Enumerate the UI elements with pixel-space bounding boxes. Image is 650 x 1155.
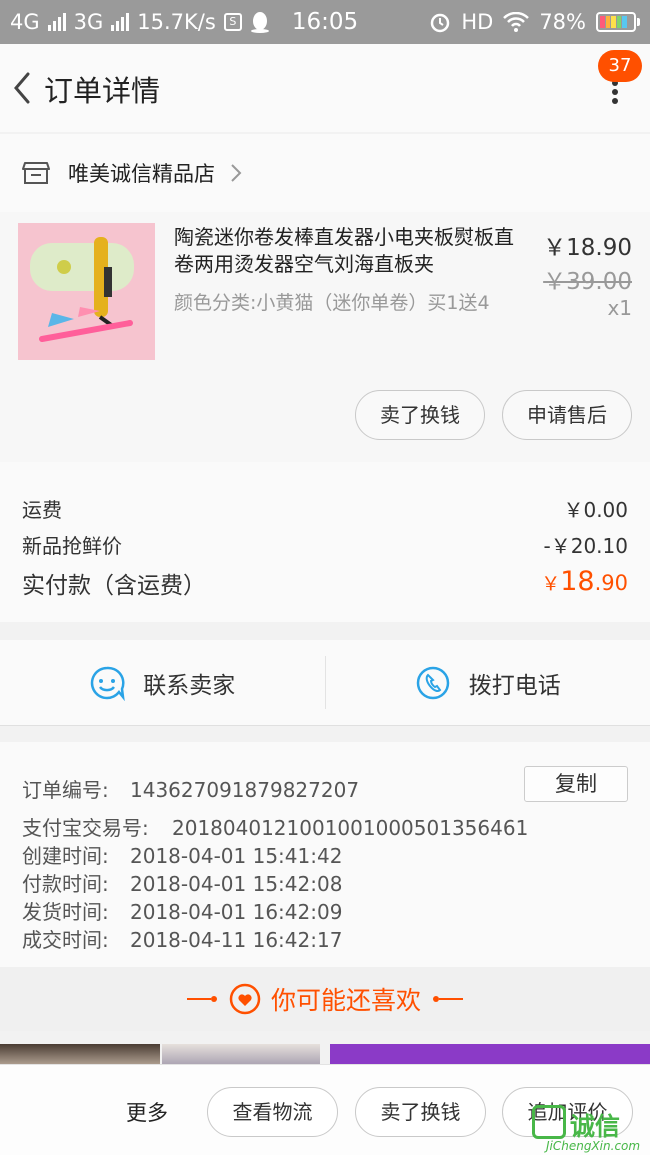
total-label: 实付款（含运费） — [22, 573, 206, 599]
cost-summary: 运费 ￥0.00 新品抢鲜价 -￥20.10 实付款（含运费） ￥18.90 — [0, 462, 650, 622]
copy-button[interactable]: 复制 — [524, 766, 628, 802]
created-time-label: 创建时间: — [22, 844, 109, 868]
shop-icon — [22, 162, 50, 184]
watermark-url: JiChengXin.com — [546, 1139, 641, 1153]
qq-icon — [250, 12, 269, 33]
total-integer: 18 — [560, 566, 595, 597]
product-props: 颜色分类:小黄猫（迷你单卷）买1送4 — [174, 292, 490, 314]
signal-icon — [111, 13, 130, 31]
total-currency: ￥ — [541, 573, 561, 595]
call-phone-button[interactable]: 拨打电话 — [326, 640, 650, 725]
recommend-header: 你可能还喜欢 — [0, 967, 650, 1031]
message-count-badge: 37 — [598, 50, 642, 82]
decor-line — [433, 996, 463, 1002]
shipped-time: 2018-04-01 16:42:09 — [130, 900, 343, 924]
product-quantity: x1 — [607, 296, 632, 320]
original-price: ￥39.00 — [543, 269, 632, 295]
network-label: 3G — [73, 10, 104, 34]
decor-line — [186, 996, 217, 1002]
discount-label: 新品抢鲜价 — [22, 534, 122, 558]
alipay-number: 2018040121001001000501356461 — [172, 816, 529, 840]
created-time: 2018-04-01 15:41:42 — [130, 844, 343, 868]
wifi-icon — [503, 12, 530, 32]
product-photo — [18, 223, 155, 360]
order-number-label: 订单编号: — [22, 778, 109, 802]
paid-time: 2018-04-01 15:42:08 — [130, 872, 343, 896]
page-title: 订单详情 — [44, 74, 161, 108]
watermark-text: 诚信 — [570, 1112, 621, 1141]
discount-value: -￥20.10 — [543, 534, 628, 558]
back-icon[interactable] — [8, 66, 36, 110]
shipped-time-row: 发货时间: 2018-04-01 16:42:09 — [22, 896, 342, 925]
completed-time-label: 成交时间: — [22, 928, 109, 952]
paid-time-row: 付款时间: 2018-04-01 15:42:08 — [22, 868, 342, 897]
battery-percent: 78% — [539, 10, 586, 34]
s-notification-icon: S — [223, 13, 242, 31]
order-number-row: 订单编号: 143627091879827207 — [22, 774, 359, 803]
completed-time: 2018-04-11 16:42:17 — [130, 928, 343, 952]
total-row: 实付款（含运费） ￥18.90 — [22, 566, 628, 600]
order-number: 143627091879827207 — [130, 778, 360, 802]
sell-again-button[interactable]: 卖了换钱 — [355, 1087, 486, 1137]
heart-icon — [229, 983, 261, 1015]
phone-icon — [416, 666, 449, 699]
watermark-logo-icon — [532, 1105, 566, 1139]
site-watermark: 诚信 JiChengXin.com — [532, 1105, 644, 1155]
status-bar: 4G 3G 15.7K/s S 16:05 HD 78% — [0, 0, 650, 44]
product-card[interactable]: 陶瓷迷你卷发棒直发器小电夹板熨板直卷两用烫发器空气刘海直板夹 颜色分类:小黄猫（… — [0, 212, 650, 462]
sell-button[interactable]: 卖了换钱 — [355, 390, 485, 440]
contact-bar: 联系卖家 拨打电话 — [0, 640, 650, 726]
call-phone-label: 拨打电话 — [468, 672, 561, 699]
total-decimal: .90 — [594, 571, 628, 595]
view-logistics-button[interactable]: 查看物流 — [207, 1087, 338, 1137]
bottom-action-bar: 更多 查看物流 卖了换钱 追加评价 诚信 JiChengXin.com — [0, 1064, 650, 1155]
total-value: ￥18.90 — [541, 566, 628, 600]
nav-header: 订单详情 37 — [0, 44, 650, 132]
more-button[interactable]: 更多 — [126, 1097, 168, 1127]
recommend-title: 你可能还喜欢 — [270, 986, 421, 1015]
shipping-label: 运费 — [22, 498, 62, 522]
product-price: ￥18.90 — [543, 235, 632, 261]
shop-row[interactable]: 唯美诚信精品店 — [0, 134, 650, 212]
alarm-icon — [431, 13, 450, 33]
created-time-row: 创建时间: 2018-04-01 15:41:42 — [22, 840, 342, 869]
shipping-row: 运费 ￥0.00 — [22, 494, 628, 523]
product-title[interactable]: 陶瓷迷你卷发棒直发器小电夹板熨板直卷两用烫发器空气刘海直板夹 — [174, 224, 524, 278]
order-info: 订单编号: 143627091879827207 复制 支付宝交易号: 201804… — [0, 742, 650, 967]
battery-icon — [596, 12, 640, 32]
discount-row: 新品抢鲜价 -￥20.10 — [22, 530, 628, 559]
shipping-value: ￥0.00 — [563, 498, 628, 522]
network-speed: 15.7K/s — [137, 10, 216, 34]
product-image[interactable] — [18, 223, 155, 360]
after-sale-button[interactable]: 申请售后 — [502, 390, 632, 440]
shop-name: 唯美诚信精品店 — [68, 162, 215, 186]
chat-smile-icon — [91, 666, 126, 701]
completed-time-row: 成交时间: 2018-04-11 16:42:17 — [22, 924, 342, 953]
shipped-time-label: 发货时间: — [22, 900, 109, 924]
contact-seller-label: 联系卖家 — [143, 672, 236, 699]
chevron-right-icon — [231, 164, 242, 182]
hd-label: HD — [461, 10, 494, 34]
paid-time-label: 付款时间: — [22, 872, 109, 896]
signal-icon — [47, 13, 66, 31]
alipay-label: 支付宝交易号: — [22, 816, 149, 840]
alipay-row: 支付宝交易号: 2018040121001001000501356461 — [22, 812, 528, 841]
contact-seller-button[interactable]: 联系卖家 — [0, 640, 325, 725]
network-label: 4G — [10, 10, 40, 34]
more-menu-icon[interactable] — [612, 80, 620, 104]
